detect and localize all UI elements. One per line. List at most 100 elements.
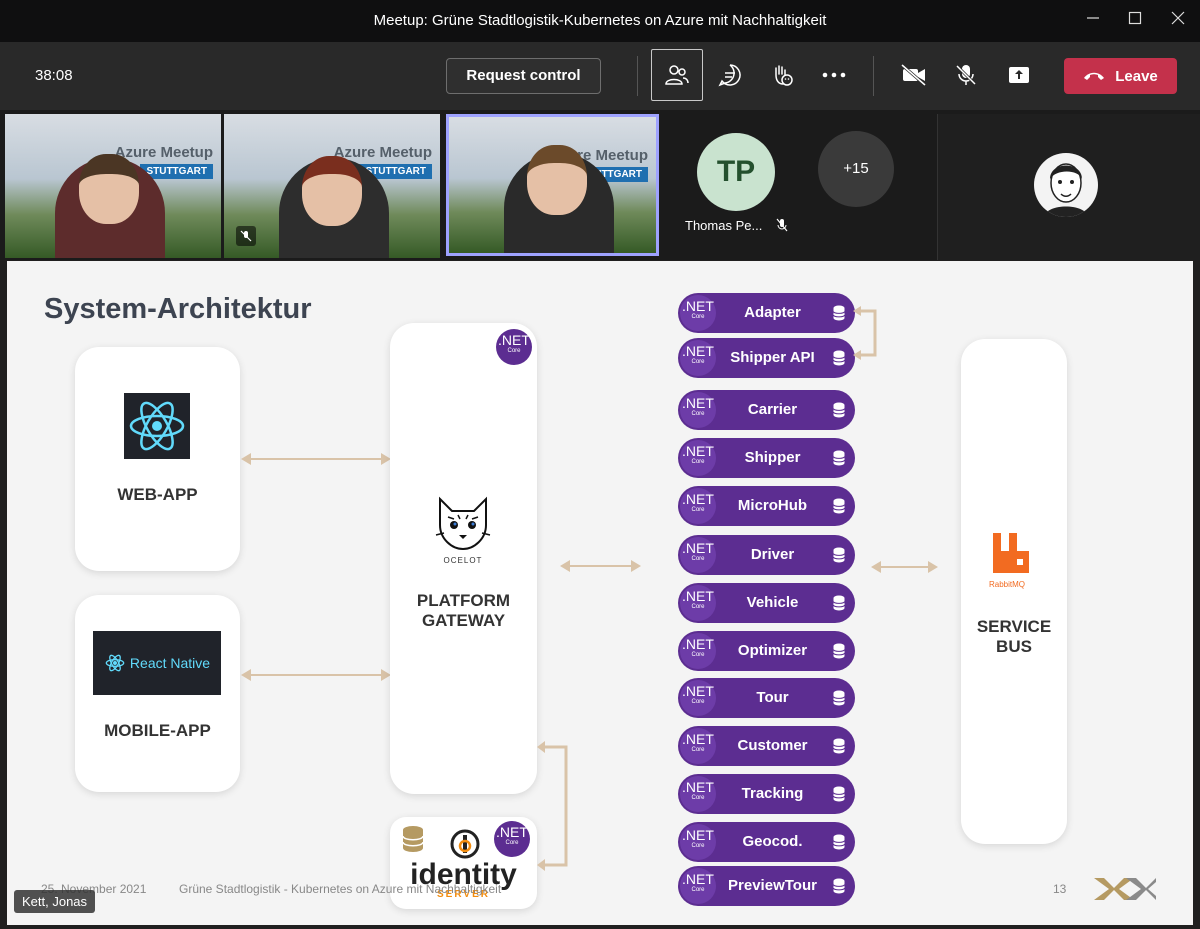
people-icon (665, 65, 689, 85)
service-name: MicroHub (737, 497, 808, 514)
dotnet-core-badge: .NET Core (496, 329, 532, 365)
service-pill: .NET Core MicroHub (678, 486, 855, 526)
service-name: Customer (737, 737, 808, 754)
raise-hand-icon (775, 65, 793, 86)
camera-toggle-button[interactable] (888, 49, 940, 101)
database-icon (833, 450, 845, 466)
dotnet-core-badge: .NET Core (680, 295, 716, 331)
slide-title: System-Architektur (44, 293, 312, 325)
react-native-logo: React Native (93, 631, 221, 695)
window-title: Meetup: Grüne Stadtlogistik-Kubernetes o… (373, 12, 827, 29)
database-icon (833, 738, 845, 754)
service-pill: .NET Core Optimizer (678, 631, 855, 671)
service-pill: .NET Core Vehicle (678, 583, 855, 623)
dotnet-core-badge: .NET Core (680, 868, 716, 904)
arrow-services-to-bus (871, 561, 938, 573)
dotnet-core-badge: .NET Core (680, 585, 716, 621)
service-name: Tracking (741, 785, 804, 802)
leave-label: Leave (1115, 67, 1158, 85)
chat-icon (718, 64, 741, 87)
dotnet-core-badge: .NET Core (680, 488, 716, 524)
participant-head (79, 154, 139, 224)
database-icon (833, 402, 845, 418)
database-icon (833, 305, 845, 321)
ocelot-logo: OCELOT (434, 495, 492, 565)
web-app-card: WEB-APP (75, 347, 240, 571)
service-bus-card: RabbitMQ SERVICE BUS (961, 339, 1067, 844)
rabbitmq-icon (993, 533, 1029, 573)
service-pill: .NET Core Geocod. (678, 822, 855, 862)
phone-hangup-icon (1084, 72, 1105, 80)
arrow-gateway-to-identity (537, 741, 568, 871)
database-icon (833, 643, 845, 659)
service-pill: .NET Core Tour (678, 678, 855, 718)
dotnet-core-badge: .NET Core (680, 392, 716, 428)
mobile-app-card: React Native MOBILE-APP (75, 595, 240, 792)
maximize-icon[interactable] (1121, 8, 1149, 34)
service-name: Vehicle (746, 594, 799, 611)
gateway-label: PLATFORM GATEWAY (416, 591, 511, 630)
more-participants-count[interactable]: +15 (818, 131, 894, 207)
react-logo-icon (124, 393, 190, 459)
teams-meeting-window: Meetup: Grüne Stadtlogistik-Kubernetes o… (0, 0, 1200, 929)
service-name: Geocod. (742, 833, 803, 850)
arrow-adapter-shipper-api (853, 306, 877, 360)
rabbitmq-logo: RabbitMQ (989, 531, 1039, 589)
title-bar: Meetup: Grüne Stadtlogistik-Kubernetes o… (0, 0, 1200, 42)
database-icon (833, 690, 845, 706)
request-control-button[interactable]: Request control (446, 58, 601, 94)
dotnet-core-badge: .NET Core (680, 633, 716, 669)
dotnet-core-badge: .NET Core (494, 821, 530, 857)
minimize-icon[interactable] (1079, 8, 1107, 34)
meeting-timer: 38:08 (35, 67, 73, 84)
participant-head (302, 156, 362, 226)
participants-button[interactable] (651, 49, 703, 101)
share-content-button[interactable] (993, 49, 1045, 101)
dotnet-core-badge: .NET Core (680, 728, 716, 764)
video-tile-participant-1[interactable]: Azure Meetup STUTTGART (5, 114, 221, 258)
database-icon (833, 786, 845, 802)
database-icon (833, 834, 845, 850)
mic-muted-icon (776, 218, 788, 232)
service-pill: .NET Core Tracking (678, 774, 855, 814)
service-pill: .NET Core Customer (678, 726, 855, 766)
leave-button[interactable]: Leave (1064, 58, 1177, 94)
mobile-app-label: MOBILE-APP (104, 721, 211, 740)
dotnet-core-badge: .NET Core (680, 680, 716, 716)
database-icon (833, 595, 845, 611)
dotnet-core-badge: .NET Core (680, 776, 716, 812)
video-tile-participant-2[interactable]: Azure Meetup STUTTGART (224, 114, 440, 258)
service-pill: .NET Core Shipper API (678, 338, 855, 378)
identity-server-icon (450, 829, 480, 859)
toolbar-divider (873, 56, 874, 96)
close-icon[interactable] (1164, 8, 1192, 34)
react-native-icon (105, 654, 125, 672)
database-icon (833, 878, 845, 894)
participant-avatar-tp[interactable]: TP (697, 133, 775, 211)
participant-photo-avatar (1034, 153, 1098, 217)
more-dots-icon (822, 72, 846, 78)
service-name: Shipper (744, 449, 801, 466)
arrow-web-to-gateway (241, 453, 391, 465)
service-pill: .NET Core Shipper (678, 438, 855, 478)
service-name: PreviewTour (728, 877, 817, 894)
chat-button[interactable] (704, 49, 756, 101)
database-icon (402, 826, 424, 852)
meeting-toolbar: 38:08 Request control Leave (0, 42, 1200, 110)
service-name: Driver (750, 546, 795, 563)
service-name: Optimizer (737, 642, 808, 659)
service-bus-label: SERVICE BUS (976, 617, 1052, 656)
service-pill: .NET Core Carrier (678, 390, 855, 430)
microphone-toggle-button[interactable] (940, 49, 992, 101)
video-tile-active-speaker[interactable]: Azure Meetup STUTTGART (446, 114, 659, 256)
database-icon (833, 547, 845, 563)
more-actions-button[interactable] (808, 49, 860, 101)
shared-presentation-slide: System-Architektur WEB-APP React Native … (7, 261, 1193, 925)
service-pill: .NET Core Adapter (678, 293, 855, 333)
company-logo-icon (1094, 878, 1156, 900)
active-speaker-name-tag: Kett, Jonas (14, 890, 96, 913)
dotnet-core-badge: .NET Core (680, 440, 716, 476)
reactions-button[interactable] (756, 49, 808, 101)
share-screen-icon (1009, 67, 1029, 83)
arrow-gateway-to-services (560, 560, 641, 572)
